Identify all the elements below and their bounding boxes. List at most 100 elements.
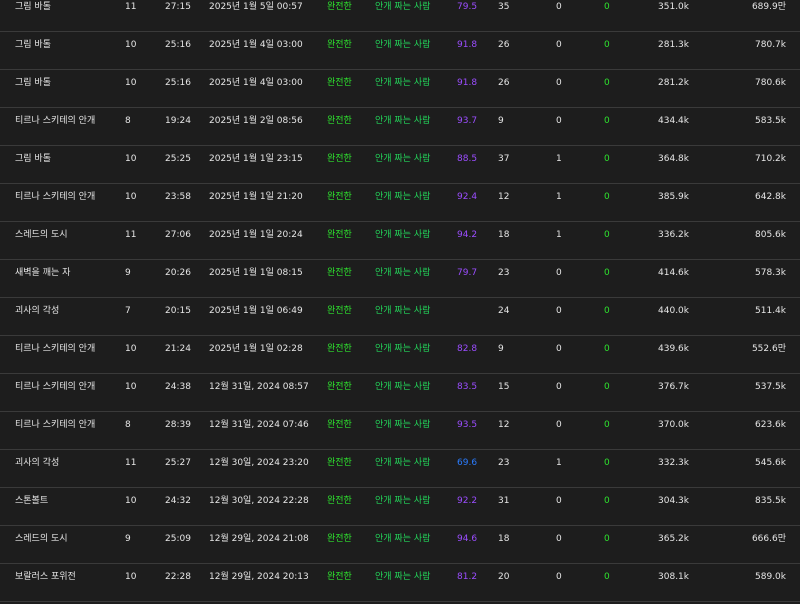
status-label: 완전한 — [327, 40, 352, 50]
table-row[interactable]: 티르나 스키테의 안개 10 24:38 12월 31일, 2024 08:57 완전한… — [0, 374, 800, 412]
table-row[interactable]: 괴사의 각성 7 20:15 2025년 1월 1일 06:49 완전한 안개 짜는 사람… — [0, 298, 800, 336]
stat-d: 281.3k — [658, 40, 689, 50]
stat-c: 0 — [604, 116, 610, 126]
table-row[interactable]: 티르나 스키테의 안개 8 19:24 2025년 1월 2일 08:56 완전한 안개 … — [0, 108, 800, 146]
status-label: 완전한 — [327, 382, 352, 392]
run-time: 24:32 — [165, 496, 191, 506]
run-time: 19:24 — [165, 116, 191, 126]
table-row[interactable]: 스레드의 도시 9 25:09 12월 29일, 2024 21:08 완전한 안개 짜는… — [0, 526, 800, 564]
spec-label: 안개 짜는 사람 — [375, 572, 431, 582]
stat-c: 0 — [604, 40, 610, 50]
run-time: 25:16 — [165, 78, 191, 88]
dungeon-name[interactable]: 괴사의 각성 — [15, 298, 59, 335]
dungeon-name[interactable]: 그림 바톨 — [15, 0, 51, 31]
table-row[interactable]: 티르나 스키테의 안개 10 21:24 2025년 1월 1일 02:28 완전한 안개… — [0, 336, 800, 374]
stat-e: 623.6k — [755, 420, 786, 430]
dungeon-name[interactable]: 그림 바톨 — [15, 146, 51, 183]
stat-b: 0 — [556, 116, 562, 126]
stat-c: 0 — [604, 268, 610, 278]
stat-b: 1 — [556, 458, 562, 468]
key-level: 11 — [125, 458, 137, 468]
dungeon-name[interactable]: 스레드의 도시 — [15, 222, 68, 259]
dungeon-name[interactable]: 티르나 스키테의 안개 — [15, 184, 95, 221]
spec-label: 안개 짜는 사람 — [375, 458, 431, 468]
stat-e: 589.0k — [755, 572, 786, 582]
table-row[interactable]: 그림 바톨 11 27:15 2025년 1월 5일 00:57 완전한 안개 짜는 사람… — [0, 0, 800, 32]
key-level: 11 — [125, 230, 137, 240]
key-level: 10 — [125, 40, 137, 50]
dungeon-name[interactable]: 보랄러스 포위전 — [15, 564, 76, 601]
stat-a: 26 — [498, 40, 510, 50]
dungeon-name[interactable]: 티르나 스키테의 안개 — [15, 412, 95, 449]
spec-label: 안개 짜는 사람 — [375, 420, 431, 430]
score-value: 91.8 — [457, 78, 478, 88]
run-time: 27:06 — [165, 230, 191, 240]
run-time: 24:38 — [165, 382, 191, 392]
key-level: 10 — [125, 496, 137, 506]
table-row[interactable]: 그림 바톨 10 25:16 2025년 1월 4일 03:00 완전한 안개 짜는 사람… — [0, 32, 800, 70]
dungeon-name[interactable]: 그림 바톨 — [15, 70, 51, 107]
dungeon-name[interactable]: 스레드의 도시 — [15, 526, 68, 563]
status-label: 완전한 — [327, 306, 352, 316]
stat-d: 440.0k — [658, 306, 689, 316]
dungeon-name[interactable]: 티르나 스키테의 안개 — [15, 374, 95, 411]
spec-label: 안개 짜는 사람 — [375, 534, 431, 544]
table-row[interactable]: 보랄러스 포위전 10 22:28 12월 29일, 2024 20:13 완전한 안개 … — [0, 564, 800, 602]
dungeon-name[interactable]: 새벽을 깨는 자 — [15, 260, 70, 297]
status-label: 완전한 — [327, 344, 352, 354]
run-date: 12월 31일, 2024 08:57 — [209, 382, 309, 392]
stat-b: 0 — [556, 78, 562, 88]
stat-b: 0 — [556, 572, 562, 582]
spec-label: 안개 짜는 사람 — [375, 78, 431, 88]
stat-d: 414.6k — [658, 268, 689, 278]
score-value: 69.6 — [457, 458, 478, 468]
run-date: 2025년 1월 2일 08:56 — [209, 116, 303, 126]
table-row[interactable]: 그림 바톨 10 25:25 2025년 1월 1일 23:15 완전한 안개 짜는 사람… — [0, 146, 800, 184]
stat-d: 336.2k — [658, 230, 689, 240]
dungeon-name[interactable]: 스톤볼트 — [15, 488, 48, 525]
run-date: 12월 30일, 2024 22:28 — [209, 496, 309, 506]
run-date: 2025년 1월 1일 06:49 — [209, 306, 303, 316]
table-row[interactable]: 스레드의 도시 11 27:06 2025년 1월 1일 20:24 완전한 안개 짜는 … — [0, 222, 800, 260]
status-label: 완전한 — [327, 154, 352, 164]
run-date: 2025년 1월 1일 21:20 — [209, 192, 303, 202]
table-row[interactable]: 새벽을 깨는 자 9 20:26 2025년 1월 1일 08:15 완전한 안개 짜는 … — [0, 260, 800, 298]
status-label: 완전한 — [327, 572, 352, 582]
run-date: 2025년 1월 4일 03:00 — [209, 78, 303, 88]
dungeon-name[interactable]: 티르나 스키테의 안개 — [15, 336, 95, 373]
dungeon-name[interactable]: 괴사의 각성 — [15, 450, 59, 487]
stat-c: 0 — [604, 534, 610, 544]
stat-a: 24 — [498, 306, 510, 316]
stat-a: 26 — [498, 78, 510, 88]
stat-a: 31 — [498, 496, 510, 506]
score-value: 79.5 — [457, 2, 478, 12]
stat-d: 351.0k — [658, 2, 689, 12]
stat-b: 1 — [556, 230, 562, 240]
table-row[interactable]: 그림 바톨 10 25:16 2025년 1월 4일 03:00 완전한 안개 짜는 사람… — [0, 70, 800, 108]
dungeon-name[interactable]: 그림 바톨 — [15, 32, 51, 69]
stat-b: 0 — [556, 420, 562, 430]
table-row[interactable]: 스톤볼트 10 24:32 12월 30일, 2024 22:28 완전한 안개 짜는 사… — [0, 488, 800, 526]
stat-b: 0 — [556, 2, 562, 12]
stat-e: 780.7k — [755, 40, 786, 50]
run-date: 12월 29일, 2024 21:08 — [209, 534, 309, 544]
stat-b: 0 — [556, 496, 562, 506]
spec-label: 안개 짜는 사람 — [375, 116, 431, 126]
run-time: 20:26 — [165, 268, 191, 278]
stat-c: 0 — [604, 2, 610, 12]
table-row[interactable]: 괴사의 각성 11 25:27 12월 30일, 2024 23:20 완전한 안개 짜는… — [0, 450, 800, 488]
table-row[interactable]: 티르나 스키테의 안개 10 23:58 2025년 1월 1일 21:20 완전한 안개… — [0, 184, 800, 222]
spec-label: 안개 짜는 사람 — [375, 192, 431, 202]
stat-b: 0 — [556, 382, 562, 392]
stat-a: 35 — [498, 2, 510, 12]
status-label: 완전한 — [327, 116, 352, 126]
score-value: 92.2 — [457, 496, 478, 506]
status-label: 완전한 — [327, 192, 352, 202]
table-row[interactable]: 티르나 스키테의 안개 8 28:39 12월 31일, 2024 07:46 완전한 안… — [0, 412, 800, 450]
stat-e: 710.2k — [755, 154, 786, 164]
spec-label: 안개 짜는 사람 — [375, 496, 431, 506]
stat-c: 0 — [604, 420, 610, 430]
stat-c: 0 — [604, 78, 610, 88]
dungeon-name[interactable]: 티르나 스키테의 안개 — [15, 108, 95, 145]
key-level: 10 — [125, 382, 137, 392]
